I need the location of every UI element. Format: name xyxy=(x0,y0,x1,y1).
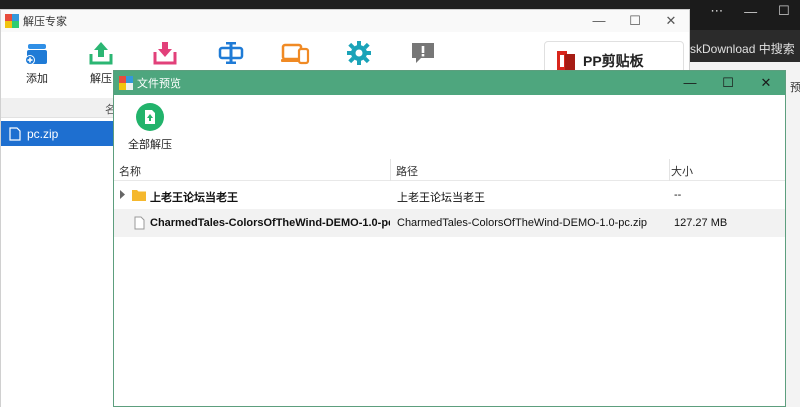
row-size: 127.27 MB xyxy=(674,217,728,229)
row-path: 上老王论坛当老王 xyxy=(397,192,485,204)
alert-message-icon xyxy=(412,43,434,63)
settings-button[interactable] xyxy=(337,40,381,70)
preview-minimize-button[interactable]: — xyxy=(671,71,709,95)
app-logo-icon xyxy=(5,14,19,28)
column-divider[interactable] xyxy=(390,159,391,181)
preview-close-button[interactable]: ✕ xyxy=(747,71,785,95)
device-tool-button[interactable] xyxy=(273,40,317,70)
folder-icon xyxy=(132,190,146,201)
file-icon xyxy=(134,216,145,230)
row-name: 上老王论坛当老王 xyxy=(150,192,238,204)
main-window-controls: — ☐ ✕ xyxy=(581,10,689,32)
main-maximize-button[interactable]: ☐ xyxy=(617,10,653,32)
column-header-path[interactable]: 路径 xyxy=(396,163,418,179)
main-window-title: 解压专家 xyxy=(23,16,67,28)
import-tool-button[interactable] xyxy=(143,40,187,70)
gear-icon xyxy=(347,41,371,65)
expand-arrow-icon[interactable] xyxy=(119,190,126,199)
main-minimize-button[interactable]: — xyxy=(581,10,617,32)
preview-window: 文件预览 — ☐ ✕ 全部解压 名称 路径 大小 上老王论坛当老王 上老王论坛当… xyxy=(113,70,786,407)
column-header-name[interactable]: 名称 xyxy=(119,163,141,179)
file-icon xyxy=(9,126,21,141)
text-cursor-icon xyxy=(218,42,244,64)
preview-table-header: 名称 路径 大小 xyxy=(114,159,785,181)
background-tab[interactable]: skDownload 中搜索 xyxy=(690,30,800,62)
preview-maximize-button[interactable]: ☐ xyxy=(709,71,747,95)
extract-icon xyxy=(89,42,113,65)
preview-toolbar: 全部解压 xyxy=(114,95,785,157)
row-path: CharmedTales-ColorsOfTheWind-DEMO-1.0-pc… xyxy=(397,217,648,229)
background-maximize-button[interactable]: ☐ xyxy=(778,3,790,19)
extract-all-button[interactable]: 全部解压 xyxy=(128,103,172,152)
text-tool-button[interactable] xyxy=(209,40,253,70)
add-label: 添加 xyxy=(26,73,48,85)
background-minimize-button[interactable]: — xyxy=(744,4,757,19)
column-header-size[interactable]: 大小 xyxy=(671,163,693,179)
column-divider[interactable] xyxy=(669,159,670,181)
preview-window-title: 文件预览 xyxy=(137,78,181,90)
list-item[interactable]: pc.zip xyxy=(1,121,114,146)
extract-all-icon xyxy=(136,103,164,131)
extract-all-label: 全部解压 xyxy=(128,139,172,151)
preview-app-logo-icon xyxy=(119,76,133,90)
row-name: CharmedTales-ColorsOfTheWind-DEMO-1.0-pc… xyxy=(150,217,390,229)
table-row[interactable]: 上老王论坛当老王 上老王论坛当老王 -- xyxy=(114,181,785,209)
background-more-button[interactable]: ⋯ xyxy=(710,3,723,19)
archive-file-name: pc.zip xyxy=(27,126,59,141)
background-side-tab[interactable]: 预 xyxy=(786,75,800,97)
preview-window-controls: — ☐ ✕ xyxy=(671,71,785,95)
add-button[interactable]: 添加 xyxy=(15,40,59,86)
main-titlebar: 解压专家 — ☐ ✕ xyxy=(1,10,689,32)
inbox-download-icon xyxy=(153,42,177,65)
devices-icon xyxy=(281,43,310,65)
row-size: -- xyxy=(674,189,682,201)
pp-clipboard-label: PP剪贴板 xyxy=(583,53,644,69)
background-title-buttons: ⋯ — ☐ xyxy=(700,0,800,22)
extract-label: 解压 xyxy=(90,73,112,85)
table-row[interactable]: CharmedTales-ColorsOfTheWind-DEMO-1.0-pc… xyxy=(114,209,785,237)
main-close-button[interactable]: ✕ xyxy=(653,10,689,32)
add-archive-icon xyxy=(25,44,47,65)
archive-list: pc.zip xyxy=(1,120,114,407)
preview-titlebar: 文件预览 — ☐ ✕ xyxy=(114,71,785,95)
feedback-button[interactable] xyxy=(401,40,445,70)
